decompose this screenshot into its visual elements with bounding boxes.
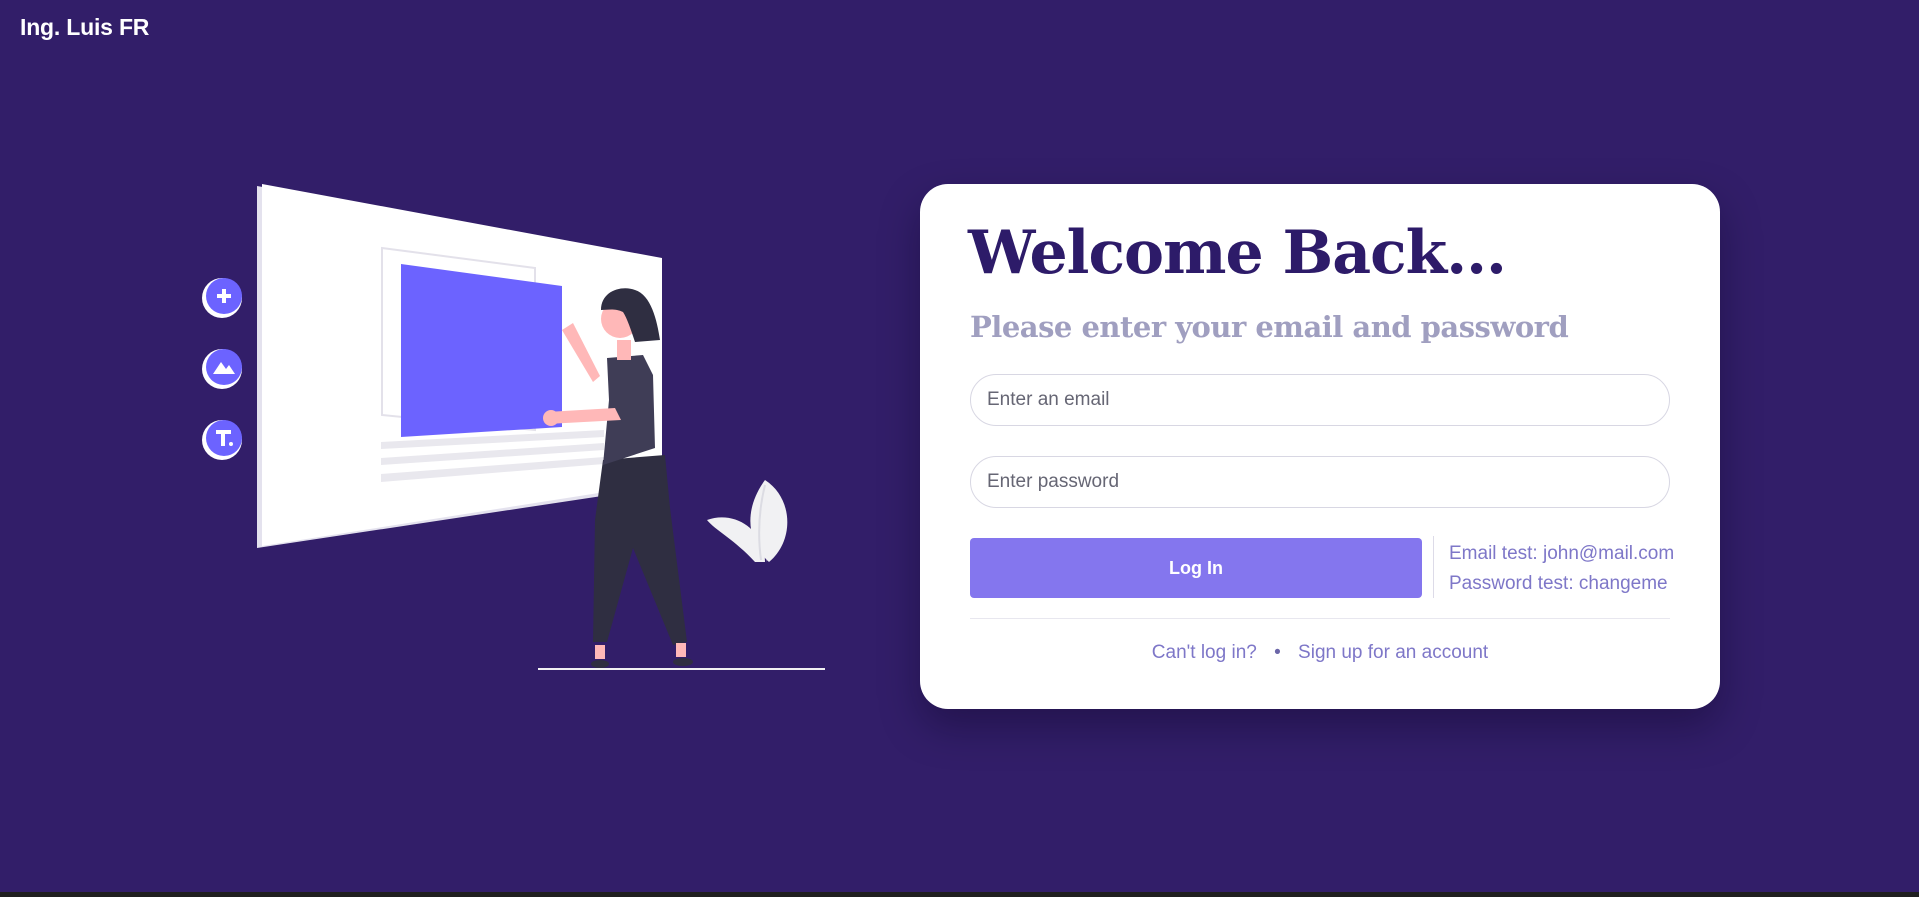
vertical-divider: [1433, 536, 1434, 598]
password-field[interactable]: [970, 456, 1670, 508]
mountain-image-icon: [202, 349, 242, 389]
bottom-bar: [0, 892, 1919, 897]
link-separator: •: [1274, 642, 1281, 663]
signup-link[interactable]: Sign up for an account: [1298, 642, 1488, 663]
cant-login-link[interactable]: Can't log in?: [1152, 642, 1257, 663]
plant: [707, 480, 788, 562]
email-field[interactable]: [970, 374, 1670, 426]
test-credentials: Email test: john@mail.com Password test:…: [1449, 539, 1674, 599]
password-test-text: Password test: changeme: [1449, 573, 1668, 594]
page-title: Welcome Back...: [968, 218, 1507, 288]
login-button[interactable]: Log In: [970, 538, 1422, 598]
horizontal-divider: [970, 618, 1670, 619]
footer-links: Can't log in? • Sign up for an account: [970, 642, 1670, 664]
email-test-text: Email test: john@mail.com: [1449, 543, 1675, 564]
page-subtitle: Please enter your email and password: [970, 310, 1569, 344]
purple-panel: [401, 264, 562, 437]
text-tool-icon: [202, 420, 242, 460]
plus-icon: [202, 278, 242, 318]
brand-title[interactable]: Ing. Luis FR: [20, 14, 149, 41]
login-card: Welcome Back... Please enter your email …: [920, 184, 1720, 709]
login-illustration: [202, 184, 825, 670]
